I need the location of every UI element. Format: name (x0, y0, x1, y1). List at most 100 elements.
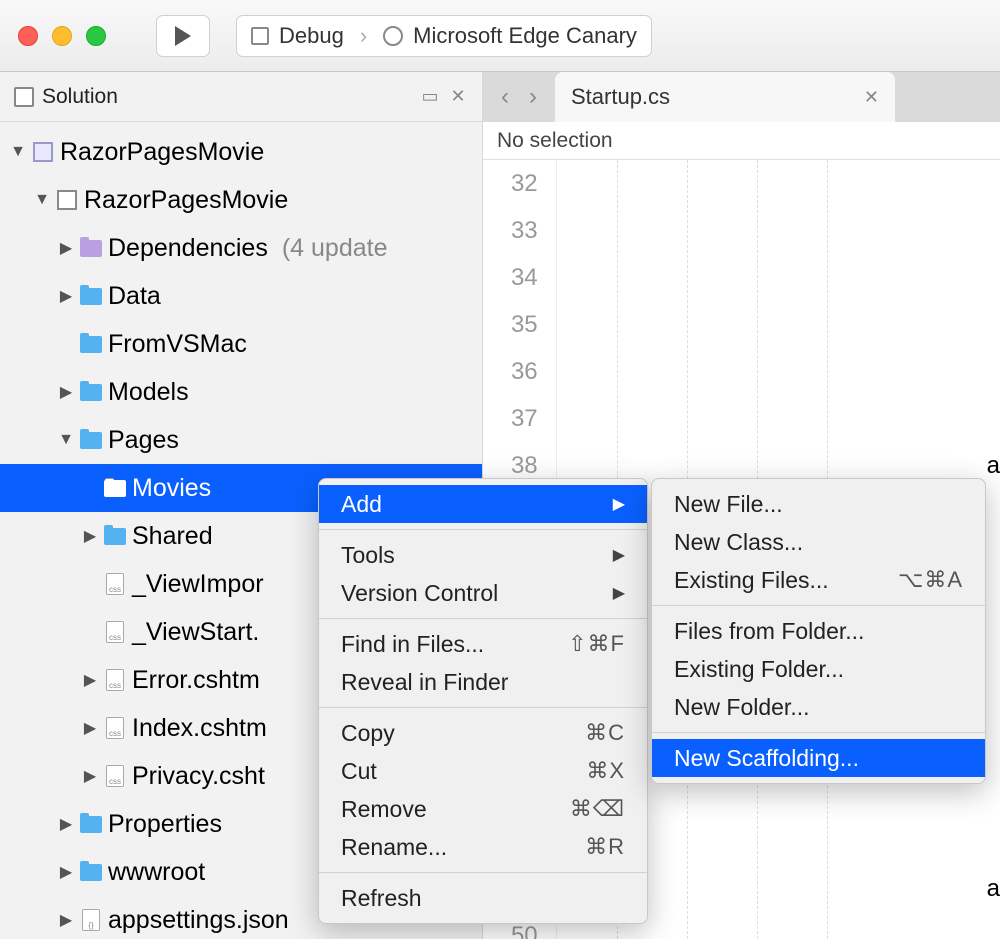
folder-icon (80, 432, 102, 449)
run-configuration-selector[interactable]: Debug › Microsoft Edge Canary (236, 15, 652, 57)
menu-cut[interactable]: Cut ⌘X (319, 752, 647, 790)
disclosure-triangle-icon[interactable]: ▶ (58, 910, 74, 930)
browser-icon (383, 26, 403, 46)
project-node[interactable]: ▼ RazorPagesMovie (0, 176, 482, 224)
folder-icon (80, 288, 102, 305)
submenu-arrow-icon: ▶ (613, 494, 625, 514)
menu-existing-files[interactable]: Existing Files... ⌥⌘A (652, 561, 985, 599)
solution-label: RazorPagesMovie (60, 138, 264, 167)
project-label: RazorPagesMovie (84, 186, 288, 215)
dependencies-node[interactable]: ▶ Dependencies (4 update (0, 224, 482, 272)
menu-separator (319, 872, 647, 873)
shortcut-label: ⌘⌫ (570, 796, 625, 822)
dependencies-icon (80, 240, 102, 257)
nav-back-button[interactable]: ‹ (501, 83, 509, 111)
shortcut-label: ⌘R (585, 834, 625, 860)
menu-copy[interactable]: Copy ⌘C (319, 714, 647, 752)
menu-existing-folder[interactable]: Existing Folder... (652, 650, 985, 688)
nav-forward-button[interactable]: › (529, 83, 537, 111)
folder-label: Movies (132, 474, 211, 503)
menu-new-folder[interactable]: New Folder... (652, 688, 985, 726)
disclosure-triangle-icon[interactable]: ▶ (58, 814, 74, 834)
folder-label: Pages (108, 426, 179, 455)
submenu-arrow-icon: ▶ (613, 583, 625, 603)
folder-label: FromVSMac (108, 330, 247, 359)
cshtml-file-icon: css (106, 621, 124, 643)
menu-version-control[interactable]: Version Control ▶ (319, 574, 647, 612)
disclosure-triangle-icon[interactable]: ▼ (34, 191, 50, 209)
close-pad-button[interactable]: ✕ (448, 87, 468, 107)
file-label: appsettings.json (108, 906, 289, 935)
traffic-lights (18, 26, 106, 46)
config-icon (251, 27, 269, 45)
disclosure-triangle-icon[interactable]: ▶ (82, 718, 98, 738)
disclosure-triangle-icon[interactable]: ▼ (58, 431, 74, 449)
menu-rename[interactable]: Rename... ⌘R (319, 828, 647, 866)
disclosure-triangle-icon[interactable]: ▶ (82, 526, 98, 546)
solution-node[interactable]: ▼ RazorPagesMovie (0, 128, 482, 176)
sidebar-header: Solution ▭ ✕ (0, 72, 482, 122)
folder-label: Data (108, 282, 161, 311)
folder-icon (104, 528, 126, 545)
folder-models[interactable]: ▶ Models (0, 368, 482, 416)
breadcrumb-label: No selection (497, 129, 613, 153)
folder-label: Properties (108, 810, 222, 839)
folder-pages[interactable]: ▼ Pages (0, 416, 482, 464)
folder-icon (80, 864, 102, 881)
config-label: Debug (279, 23, 344, 49)
chevron-right-icon: › (360, 23, 367, 49)
folder-fromvsmac[interactable]: FromVSMac (0, 320, 482, 368)
run-button[interactable] (156, 15, 210, 57)
menu-separator (319, 529, 647, 530)
updates-badge: (4 update (282, 234, 388, 263)
menu-new-file[interactable]: New File... (652, 485, 985, 523)
menu-reveal-in-finder[interactable]: Reveal in Finder (319, 663, 647, 701)
menu-new-scaffolding[interactable]: New Scaffolding... (652, 739, 985, 777)
folder-icon (104, 480, 126, 497)
disclosure-triangle-icon[interactable]: ▶ (82, 766, 98, 786)
tab-title: Startup.cs (571, 84, 670, 110)
folder-icon (80, 384, 102, 401)
folder-label: Shared (132, 522, 213, 551)
add-submenu: New File... New Class... Existing Files.… (651, 478, 986, 784)
menu-remove[interactable]: Remove ⌘⌫ (319, 790, 647, 828)
disclosure-triangle-icon[interactable]: ▶ (82, 670, 98, 690)
menu-find-in-files[interactable]: Find in Files... ⇧⌘F (319, 625, 647, 663)
solution-pad-icon (14, 87, 34, 107)
disclosure-triangle-icon[interactable]: ▶ (58, 382, 74, 402)
folder-label: wwwroot (108, 858, 205, 887)
editor-tabbar: ‹ › Startup.cs ✕ (483, 72, 1000, 122)
disclosure-triangle-icon[interactable]: ▼ (10, 143, 26, 161)
csproj-icon (57, 190, 77, 210)
close-tab-button[interactable]: ✕ (864, 87, 879, 108)
breadcrumb-bar[interactable]: No selection (483, 122, 1000, 160)
disclosure-triangle-icon[interactable]: ▶ (58, 286, 74, 306)
undock-button[interactable]: ▭ (420, 87, 440, 107)
sidebar-title: Solution (42, 85, 118, 109)
folder-icon (80, 336, 102, 353)
folder-icon (80, 816, 102, 833)
cshtml-file-icon: css (106, 717, 124, 739)
menu-refresh[interactable]: Refresh (319, 879, 647, 917)
minimize-window-button[interactable] (52, 26, 72, 46)
disclosure-triangle-icon[interactable]: ▶ (58, 238, 74, 258)
shortcut-label: ⌥⌘A (898, 567, 963, 593)
maximize-window-button[interactable] (86, 26, 106, 46)
menu-files-from-folder[interactable]: Files from Folder... (652, 612, 985, 650)
file-label: Error.cshtm (132, 666, 260, 695)
menu-separator (319, 707, 647, 708)
menu-separator (319, 618, 647, 619)
dependencies-label: Dependencies (108, 234, 268, 263)
menu-new-class[interactable]: New Class... (652, 523, 985, 561)
submenu-arrow-icon: ▶ (613, 545, 625, 565)
shortcut-label: ⌘C (585, 720, 625, 746)
close-window-button[interactable] (18, 26, 38, 46)
browser-label: Microsoft Edge Canary (413, 23, 637, 49)
menu-add[interactable]: Add ▶ (319, 485, 647, 523)
json-file-icon: {} (82, 909, 100, 931)
menu-tools[interactable]: Tools ▶ (319, 536, 647, 574)
folder-data[interactable]: ▶ Data (0, 272, 482, 320)
cshtml-file-icon: css (106, 669, 124, 691)
disclosure-triangle-icon[interactable]: ▶ (58, 862, 74, 882)
tab-startup-cs[interactable]: Startup.cs ✕ (555, 72, 895, 122)
